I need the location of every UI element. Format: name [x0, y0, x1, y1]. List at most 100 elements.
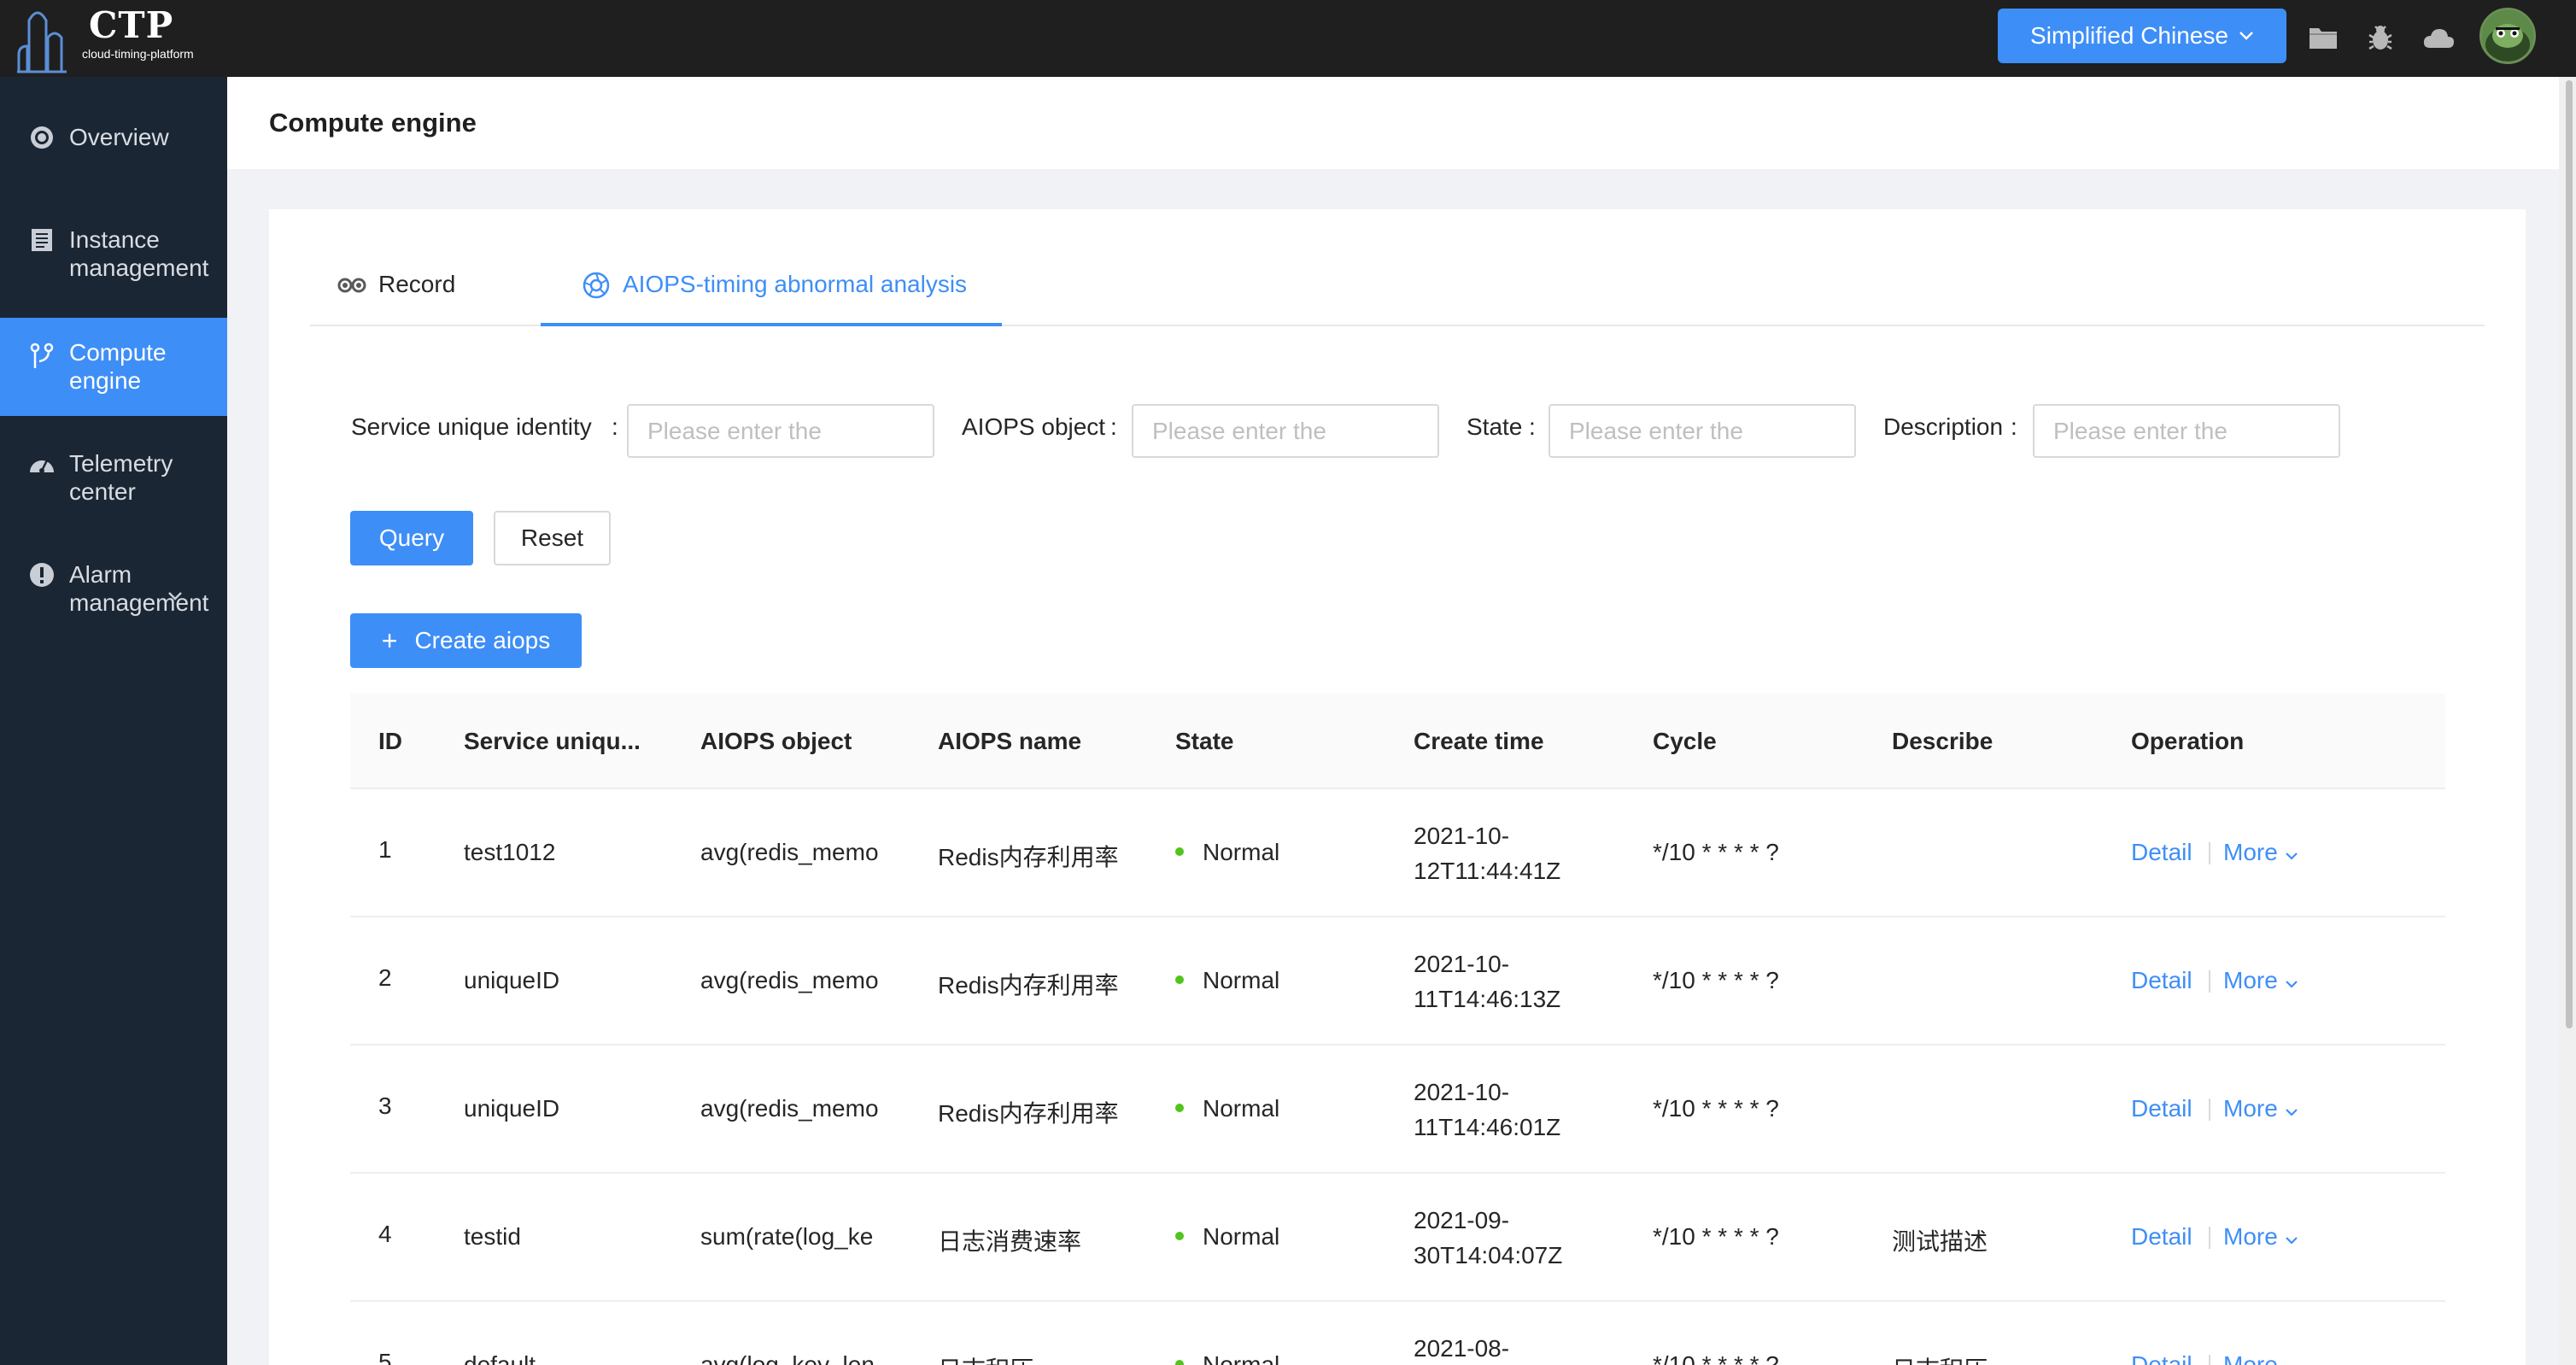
tab-record[interactable]: Record: [337, 271, 455, 324]
time-line-1: 2021-08-: [1414, 1335, 1510, 1362]
state-label: Normal: [1203, 967, 1280, 993]
column-header-service[interactable]: Service uniqu...: [464, 728, 641, 755]
create-aiops-label: Create aiops: [414, 627, 551, 653]
time-line-2: 12T11:44:41Z: [1414, 858, 1561, 884]
language-label: Simplified Chinese: [2030, 22, 2228, 49]
more-dropdown[interactable]: More: [2223, 1095, 2298, 1122]
cell-object: avg(log_key_len: [700, 1351, 875, 1365]
cell-service: uniqueID: [464, 1095, 560, 1122]
detail-link[interactable]: Detail: [2131, 1223, 2193, 1251]
state-label: Normal: [1203, 1351, 1280, 1365]
cell-id: 5: [378, 1349, 392, 1365]
aperture-icon: [583, 272, 610, 299]
cell-describe: 日志积压: [1892, 1351, 1988, 1365]
column-header-state[interactable]: State: [1175, 728, 1233, 755]
sidebar-item-instance-management[interactable]: Instance management: [0, 226, 227, 285]
description-input[interactable]: Please enter the: [2033, 404, 2340, 458]
table-header: ID Service uniqu... AIOPS object AIOPS n…: [350, 694, 2445, 789]
divider: [2209, 970, 2210, 993]
more-label: More: [2223, 1095, 2278, 1122]
folder-icon[interactable]: [2306, 21, 2340, 55]
chevron-down-icon: [167, 579, 183, 607]
cell-cycle: */10 * * * * ?: [1653, 1223, 1779, 1250]
cell-state: Normal: [1175, 967, 1279, 994]
bug-icon[interactable]: [2363, 21, 2397, 55]
more-dropdown[interactable]: More: [2223, 839, 2298, 866]
query-button[interactable]: Query: [350, 511, 473, 565]
compute-icon: [27, 342, 56, 371]
column-header-describe[interactable]: Describe: [1892, 728, 1993, 755]
cell-name: Redis内存利用率: [938, 844, 1119, 870]
language-select-button[interactable]: Simplified Chinese: [1998, 9, 2286, 63]
status-dot: [1175, 975, 1184, 984]
column-header-create-time[interactable]: Create time: [1414, 728, 1544, 755]
cell-id: 3: [378, 1093, 392, 1119]
scrollbar-thumb[interactable]: [2566, 80, 2573, 1028]
sidebar: Overview Instance management Compute eng…: [0, 77, 227, 1365]
cell-describe: 测试描述: [1892, 1228, 1988, 1255]
sidebar-item-overview[interactable]: Overview: [0, 123, 227, 166]
alert-icon: [27, 560, 56, 589]
cell-object: avg(redis_memo: [700, 1095, 879, 1122]
tab-label: AIOPS-timing abnormal analysis: [623, 271, 968, 297]
sidebar-item-compute-engine[interactable]: Compute engine: [0, 318, 227, 416]
cloud-icon[interactable]: [2421, 21, 2456, 55]
create-aiops-button[interactable]: + Create aiops: [350, 613, 582, 668]
table-row: 1 test1012 avg(redis_memo Redis内存利用率 Nor…: [350, 789, 2445, 917]
tab-aiops-timing-abnormal-analysis[interactable]: AIOPS-timing abnormal analysis: [582, 271, 967, 324]
cell-service: default: [464, 1351, 536, 1365]
more-dropdown[interactable]: More: [2223, 1351, 2298, 1365]
cell-cycle: */10 * * * * ?: [1653, 839, 1779, 865]
chevron-down-icon: [2285, 1109, 2298, 1116]
sidebar-item-alarm-management[interactable]: Alarm management: [0, 560, 227, 620]
column-header-aiops-name[interactable]: AIOPS name: [938, 728, 1081, 755]
reset-button[interactable]: Reset: [494, 511, 611, 565]
cell-object: avg(redis_memo: [700, 839, 879, 865]
cell-service: testid: [464, 1223, 521, 1250]
column-header-cycle[interactable]: Cycle: [1653, 728, 1717, 755]
cell-name: Redis内存利用率: [938, 972, 1119, 999]
sidebar-item-telemetry-center[interactable]: Telemetry center: [0, 449, 227, 509]
list-icon: [27, 226, 56, 255]
aiops-object-input[interactable]: Please enter the: [1132, 404, 1439, 458]
table-row: 5 default avg(log_key_len 日志积压 Normal 20…: [350, 1302, 2445, 1365]
divider: [2209, 1355, 2210, 1365]
detail-link[interactable]: Detail: [2131, 839, 2193, 866]
cell-cycle: */10 * * * * ?: [1653, 967, 1779, 993]
more-dropdown[interactable]: More: [2223, 1223, 2298, 1251]
tab-bar: Record AIOPS-timing abnormal analysis: [310, 209, 2485, 326]
cell-service: test1012: [464, 839, 556, 865]
active-tab-indicator: [541, 323, 1002, 326]
target-icon: [27, 123, 56, 152]
status-dot: [1175, 847, 1184, 856]
cell-state: Normal: [1175, 839, 1279, 866]
avatar[interactable]: [2479, 8, 2536, 64]
tab-label: Record: [378, 271, 456, 297]
cell-service: uniqueID: [464, 967, 560, 993]
page-header: Compute engine: [227, 77, 2576, 169]
more-dropdown[interactable]: More: [2223, 967, 2298, 994]
state-input[interactable]: Please enter the: [1549, 404, 1856, 458]
time-line-1: 2021-10-: [1414, 1079, 1510, 1105]
detail-link[interactable]: Detail: [2131, 1095, 2193, 1122]
column-header-id[interactable]: ID: [378, 728, 402, 755]
cell-name: Redis内存利用率: [938, 1100, 1119, 1127]
time-line-1: 2021-09-: [1414, 1207, 1510, 1233]
sidebar-item-label: Compute engine: [69, 339, 167, 394]
detail-link[interactable]: Detail: [2131, 967, 2193, 994]
table-row: 4 testid sum(rate(log_ke 日志消费速率 Normal 2…: [350, 1174, 2445, 1302]
cell-create-time: 2021-10- 12T11:44:41Z: [1414, 818, 1610, 888]
column-header-aiops-object[interactable]: AIOPS object: [700, 728, 852, 755]
filter-label-service-identity: Service unique identity: [351, 413, 592, 440]
filter-label-colon: :: [612, 413, 618, 440]
more-label: More: [2223, 1223, 2278, 1250]
dashboard-icon: [27, 449, 56, 478]
logo-subtitle: cloud-timing-platform: [82, 47, 194, 61]
cell-name: 日志积压: [938, 1351, 1033, 1365]
divider: [2209, 1098, 2210, 1121]
status-dot: [1175, 1231, 1184, 1240]
logo[interactable]: CTP cloud-timing-platform: [15, 0, 203, 77]
detail-link[interactable]: Detail: [2131, 1351, 2193, 1365]
time-line-2: 11T14:46:01Z: [1414, 1114, 1561, 1140]
service-identity-input[interactable]: Please enter the: [627, 404, 934, 458]
